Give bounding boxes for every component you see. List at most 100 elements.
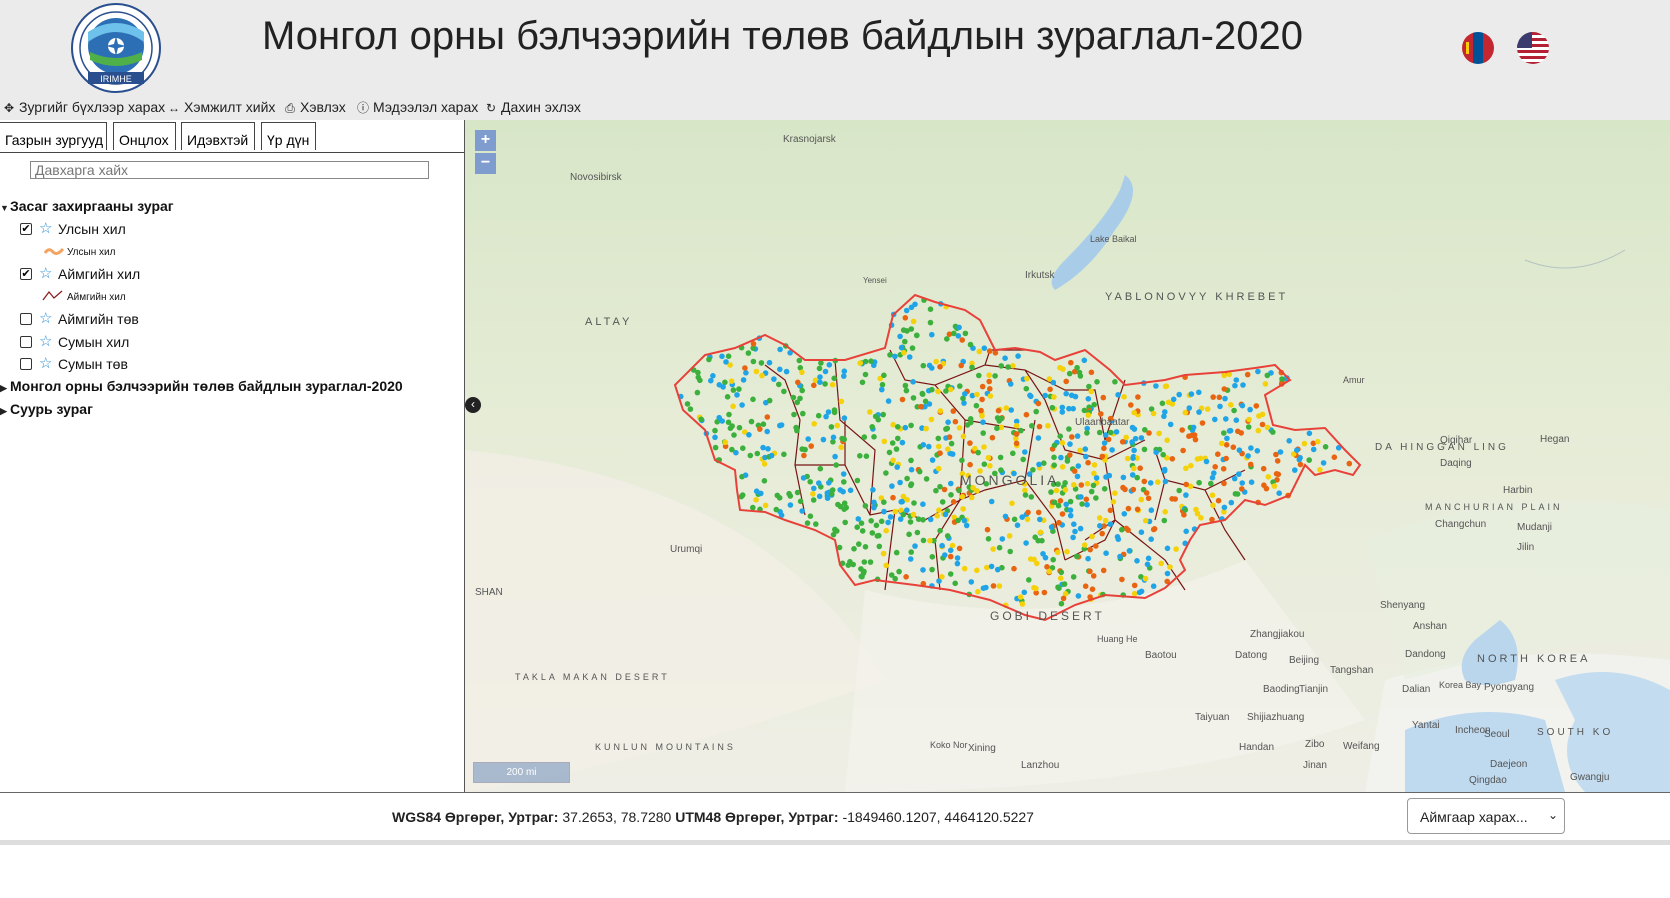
pasture-point[interactable]: [1210, 502, 1216, 509]
measure-button[interactable]: ↔ Хэмжилт хийх: [167, 99, 275, 115]
pasture-point[interactable]: [799, 369, 805, 376]
pasture-point[interactable]: [969, 364, 975, 371]
pasture-point[interactable]: [918, 403, 924, 410]
pasture-point[interactable]: [823, 413, 829, 420]
pasture-point[interactable]: [881, 499, 887, 506]
pasture-point[interactable]: [935, 388, 941, 395]
pasture-point[interactable]: [927, 537, 933, 544]
pasture-point[interactable]: [1317, 467, 1323, 473]
pasture-point[interactable]: [858, 566, 864, 572]
pasture-point[interactable]: [1077, 373, 1084, 379]
pasture-point[interactable]: [1066, 405, 1072, 412]
pasture-point[interactable]: [1059, 464, 1066, 470]
pasture-point[interactable]: [1051, 394, 1057, 400]
pasture-point[interactable]: [831, 375, 837, 382]
pasture-point[interactable]: [1010, 363, 1016, 369]
pasture-point[interactable]: [1247, 461, 1254, 468]
pasture-point[interactable]: [910, 511, 917, 518]
pasture-point[interactable]: [740, 445, 746, 452]
pasture-point[interactable]: [1306, 430, 1313, 437]
pasture-point[interactable]: [1186, 405, 1193, 411]
pasture-point[interactable]: [794, 399, 800, 406]
pasture-point[interactable]: [1221, 386, 1228, 392]
pasture-point[interactable]: [1107, 429, 1114, 436]
pasture-point[interactable]: [937, 483, 943, 490]
pasture-point[interactable]: [725, 353, 732, 359]
pasture-point[interactable]: [841, 415, 848, 421]
pasture-point[interactable]: [1077, 525, 1084, 532]
pasture-point[interactable]: [869, 424, 875, 430]
pasture-point[interactable]: [990, 583, 997, 589]
pasture-point[interactable]: [929, 331, 935, 338]
pasture-point[interactable]: [1129, 424, 1136, 431]
pasture-point[interactable]: [1100, 394, 1107, 401]
pasture-point[interactable]: [1078, 482, 1085, 488]
pasture-point[interactable]: [871, 499, 877, 506]
pasture-point[interactable]: [1101, 445, 1107, 452]
pasture-point[interactable]: [790, 394, 797, 401]
pasture-point[interactable]: [890, 457, 896, 464]
pasture-point[interactable]: [758, 360, 765, 366]
pasture-point[interactable]: [1068, 392, 1075, 399]
pasture-point[interactable]: [976, 348, 983, 355]
pasture-point[interactable]: [1083, 453, 1089, 460]
pasture-point[interactable]: [910, 379, 916, 385]
pasture-point[interactable]: [1138, 496, 1145, 503]
pasture-point[interactable]: [838, 444, 844, 451]
horizontal-scrollbar[interactable]: [0, 840, 1670, 845]
pasture-point[interactable]: [1239, 480, 1245, 486]
pasture-point[interactable]: [881, 372, 887, 379]
pasture-point[interactable]: [973, 402, 980, 409]
pasture-point[interactable]: [956, 324, 962, 331]
pasture-point[interactable]: [1248, 479, 1255, 486]
pasture-point[interactable]: [1161, 517, 1168, 524]
pasture-point[interactable]: [1074, 553, 1080, 560]
pasture-point[interactable]: [739, 402, 745, 408]
pasture-point[interactable]: [1191, 432, 1198, 438]
pasture-point[interactable]: [1162, 509, 1168, 515]
pasture-point[interactable]: [776, 381, 782, 388]
pasture-point[interactable]: [723, 359, 729, 365]
pasture-point[interactable]: [712, 427, 718, 434]
pasture-point[interactable]: [1223, 416, 1229, 422]
pasture-point[interactable]: [881, 508, 887, 515]
pasture-point[interactable]: [829, 381, 836, 388]
pasture-point[interactable]: [1218, 440, 1225, 447]
pasture-point[interactable]: [1093, 543, 1099, 549]
pasture-point[interactable]: [1188, 462, 1194, 469]
pasture-point[interactable]: [753, 497, 759, 503]
pasture-point[interactable]: [1119, 439, 1126, 445]
pasture-point[interactable]: [802, 446, 808, 453]
pasture-point[interactable]: [1273, 471, 1280, 477]
pasture-point[interactable]: [871, 434, 877, 440]
pasture-point[interactable]: [1255, 427, 1262, 434]
pasture-point[interactable]: [1121, 511, 1128, 517]
pasture-point[interactable]: [698, 416, 704, 423]
pasture-point[interactable]: [985, 536, 992, 542]
pasture-point[interactable]: [687, 406, 694, 412]
pasture-point[interactable]: [857, 360, 863, 366]
pasture-point[interactable]: [1059, 440, 1066, 446]
pasture-point[interactable]: [1082, 446, 1089, 452]
pasture-point[interactable]: [890, 494, 896, 501]
pasture-point[interactable]: [1035, 435, 1042, 441]
favorite-star-icon[interactable]: ☆: [39, 354, 52, 372]
pasture-point[interactable]: [975, 588, 981, 595]
pasture-point[interactable]: [1145, 555, 1152, 562]
favorite-star-icon[interactable]: ☆: [39, 309, 52, 327]
pasture-point[interactable]: [1011, 516, 1018, 523]
pasture-point[interactable]: [1062, 487, 1069, 493]
pasture-point[interactable]: [807, 513, 814, 519]
pasture-point[interactable]: [1182, 409, 1189, 416]
pasture-point[interactable]: [1077, 447, 1083, 454]
pasture-point[interactable]: [1216, 394, 1223, 401]
pasture-point[interactable]: [1141, 478, 1148, 485]
pasture-point[interactable]: [1131, 590, 1138, 597]
pasture-point[interactable]: [1196, 389, 1202, 396]
pasture-point[interactable]: [1063, 378, 1069, 385]
pasture-point[interactable]: [934, 513, 941, 519]
pasture-point[interactable]: [1069, 434, 1075, 440]
pasture-point[interactable]: [886, 449, 893, 456]
pasture-point[interactable]: [1058, 454, 1064, 461]
pasture-point[interactable]: [781, 388, 787, 395]
